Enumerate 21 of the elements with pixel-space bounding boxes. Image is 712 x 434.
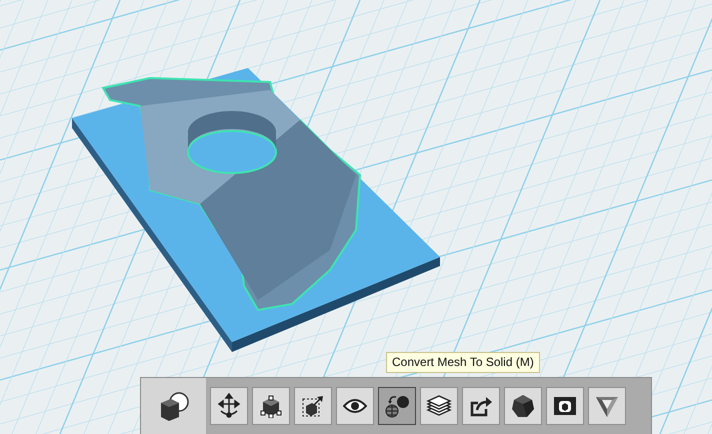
cube-button[interactable] bbox=[252, 387, 290, 425]
layers-icon bbox=[426, 394, 452, 418]
eye-button[interactable] bbox=[336, 387, 374, 425]
move-arrows-icon bbox=[217, 393, 241, 419]
spheres-icon bbox=[384, 393, 410, 419]
share-icon bbox=[469, 395, 493, 417]
cube-icon bbox=[259, 394, 283, 418]
cube-arrow-button[interactable] bbox=[294, 387, 332, 425]
layers-button[interactable] bbox=[420, 387, 458, 425]
polyhedron-icon bbox=[511, 394, 535, 418]
frame-button[interactable] bbox=[546, 387, 584, 425]
cube-arrow-icon bbox=[301, 394, 325, 418]
eye-icon bbox=[343, 398, 367, 414]
tooltip: Convert Mesh To Solid (M) bbox=[386, 352, 540, 373]
spheres-button[interactable] bbox=[378, 387, 416, 425]
triangle-icon bbox=[595, 394, 619, 418]
move-arrows-button[interactable] bbox=[210, 387, 248, 425]
share-button[interactable] bbox=[462, 387, 500, 425]
triangle-button[interactable] bbox=[588, 387, 626, 425]
frame-icon bbox=[553, 396, 577, 416]
polyhedron-button[interactable] bbox=[504, 387, 542, 425]
